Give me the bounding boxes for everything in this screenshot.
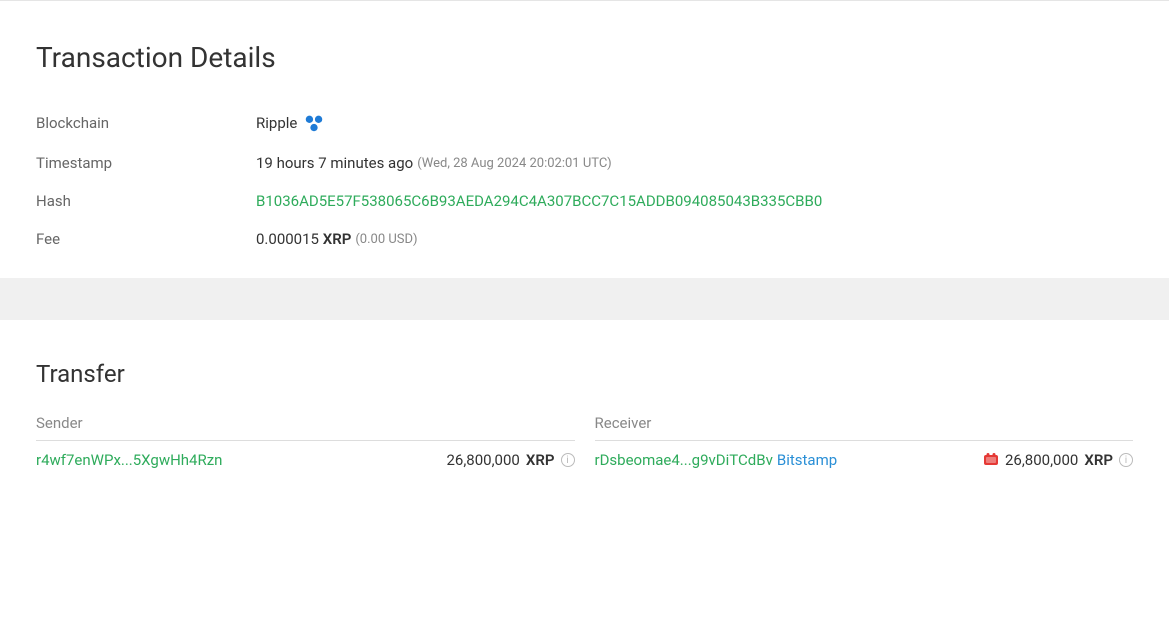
alert-icon[interactable] bbox=[983, 453, 999, 467]
hash-link[interactable]: B1036AD5E57F538065C6B93AEDA294C4A307BCC7… bbox=[256, 192, 822, 210]
receiver-currency: XRP bbox=[1084, 451, 1113, 469]
sender-address-link[interactable]: r4wf7enWPx...5XgwHh4Rzn bbox=[36, 451, 222, 469]
transfer-columns: Sender r4wf7enWPx...5XgwHh4Rzn 26,800,00… bbox=[36, 414, 1133, 469]
receiver-address-group: rDsbeomae4...g9vDiTCdBv Bitstamp bbox=[595, 451, 838, 469]
fee-value: 0.000015 XRP (0.00 USD) bbox=[256, 230, 418, 248]
sender-amount-block: 26,800,000 XRP i bbox=[446, 451, 574, 469]
fee-amount: 0.000015 bbox=[256, 230, 319, 248]
detail-row-hash: Hash B1036AD5E57F538065C6B93AEDA294C4A30… bbox=[36, 182, 1133, 220]
ripple-logo-icon bbox=[303, 112, 325, 134]
timestamp-value: 19 hours 7 minutes ago (Wed, 28 Aug 2024… bbox=[256, 154, 612, 172]
sender-header: Sender bbox=[36, 414, 575, 441]
details-table: Blockchain Ripple Timestamp 19 hours 7 m… bbox=[36, 102, 1133, 258]
sender-address-group: r4wf7enWPx...5XgwHh4Rzn bbox=[36, 451, 222, 469]
blockchain-name: Ripple bbox=[256, 114, 297, 132]
sender-body: r4wf7enWPx...5XgwHh4Rzn 26,800,000 XRP i bbox=[36, 451, 575, 469]
detail-row-blockchain: Blockchain Ripple bbox=[36, 102, 1133, 144]
transfer-section: Transfer Sender r4wf7enWPx...5XgwHh4Rzn … bbox=[0, 320, 1169, 509]
timestamp-relative: 19 hours 7 minutes ago bbox=[256, 154, 413, 172]
hash-label: Hash bbox=[36, 192, 256, 210]
receiver-header: Receiver bbox=[595, 414, 1134, 441]
timestamp-absolute: (Wed, 28 Aug 2024 20:02:01 UTC) bbox=[417, 156, 612, 171]
info-icon[interactable]: i bbox=[1119, 453, 1133, 467]
transfer-title: Transfer bbox=[36, 360, 1133, 388]
blockchain-value: Ripple bbox=[256, 112, 325, 134]
receiver-exchange-link[interactable]: Bitstamp bbox=[777, 451, 837, 469]
receiver-amount: 26,800,000 bbox=[1005, 451, 1078, 469]
timestamp-label: Timestamp bbox=[36, 154, 256, 172]
fee-currency: XRP bbox=[323, 230, 352, 248]
sender-column: Sender r4wf7enWPx...5XgwHh4Rzn 26,800,00… bbox=[36, 414, 575, 469]
detail-row-timestamp: Timestamp 19 hours 7 minutes ago (Wed, 2… bbox=[36, 144, 1133, 182]
receiver-body: rDsbeomae4...g9vDiTCdBv Bitstamp 26,800,… bbox=[595, 451, 1134, 469]
blockchain-label: Blockchain bbox=[36, 114, 256, 132]
receiver-column: Receiver rDsbeomae4...g9vDiTCdBv Bitstam… bbox=[595, 414, 1134, 469]
fee-usd: (0.00 USD) bbox=[355, 232, 417, 247]
section-separator bbox=[0, 278, 1169, 320]
info-icon[interactable]: i bbox=[561, 453, 575, 467]
sender-currency: XRP bbox=[526, 451, 555, 469]
page-title: Transaction Details bbox=[36, 41, 1133, 74]
fee-label: Fee bbox=[36, 230, 256, 248]
sender-amount: 26,800,000 bbox=[446, 451, 519, 469]
receiver-address-link[interactable]: rDsbeomae4...g9vDiTCdBv bbox=[595, 451, 773, 469]
detail-row-fee: Fee 0.000015 XRP (0.00 USD) bbox=[36, 220, 1133, 258]
transaction-details-section: Transaction Details Blockchain Ripple Ti… bbox=[0, 0, 1169, 278]
receiver-amount-block: 26,800,000 XRP i bbox=[983, 451, 1133, 469]
hash-value-wrapper: B1036AD5E57F538065C6B93AEDA294C4A307BCC7… bbox=[256, 192, 822, 210]
